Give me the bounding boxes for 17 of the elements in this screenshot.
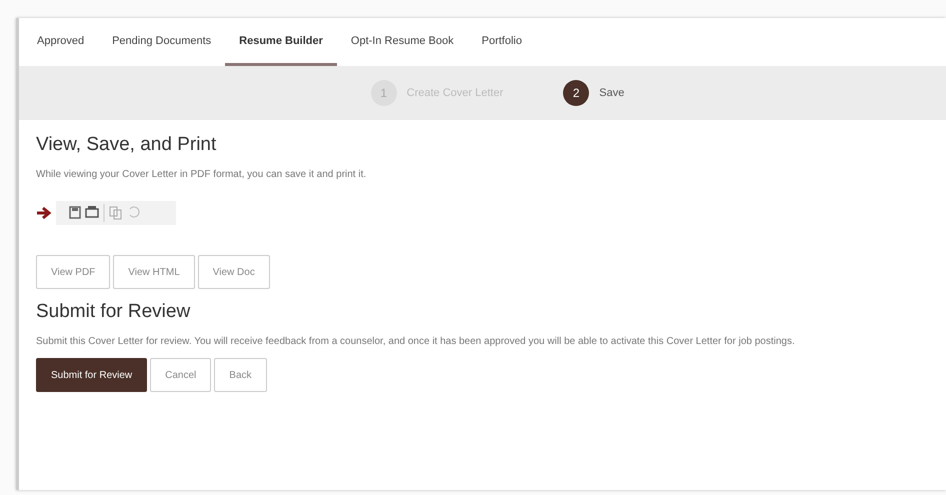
section-text: Submit this Cover Letter for review. You will receive feedback from a counselor, and once it has been approved you will be able to activate this Cover Letter for job postings.	[36, 335, 796, 349]
tab[interactable]: Portfolio	[468, 18, 536, 66]
submit-button[interactable]: Submit for Review	[36, 358, 148, 392]
view-button[interactable]: View HTML	[113, 255, 195, 289]
tab[interactable]: Opt-In Resume Book	[336, 18, 468, 66]
action-button[interactable]: Cancel	[150, 358, 212, 392]
step-number: 2	[563, 80, 590, 106]
section-title: Submit for Review	[36, 301, 192, 323]
action-button[interactable]: Back	[214, 358, 267, 392]
view-button[interactable]: View PDF	[36, 255, 110, 289]
section-title: View, Save, and Print	[36, 134, 218, 156]
section-text: While viewing your Cover Letter in PDF format, you can save it and print it.	[36, 168, 368, 182]
arrow-icon	[36, 206, 52, 220]
step-label: Save	[599, 87, 624, 99]
tab[interactable]: Pending Documents	[98, 18, 226, 66]
tab[interactable]: Approved	[23, 18, 98, 66]
view-button[interactable]: View Doc	[198, 255, 270, 289]
